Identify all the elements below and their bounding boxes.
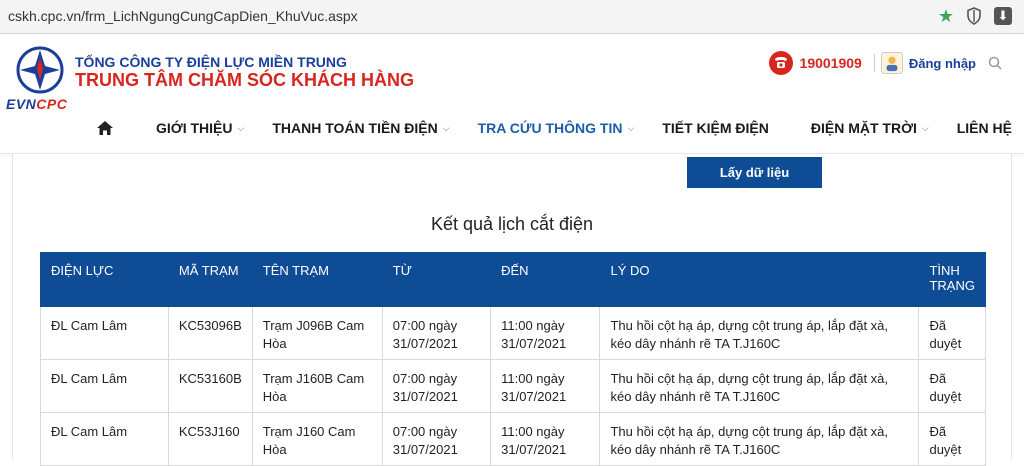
bookmark-star-icon[interactable]: ★ [938,6,954,26]
logo-wordmark: EVNCPC [6,96,67,112]
column-header: ĐIỆN LỰC [40,252,169,307]
outage-schedule-table: ĐIỆN LỰC MÃ TRẠM TÊN TRẠM TỪ ĐẾN LÝ DO T… [40,252,986,466]
table-cell: 11:00 ngày 31/07/2021 [490,412,601,466]
browser-url-bar: cskh.cpc.vn/frm_LichNgungCungCapDien_Khu… [0,0,1024,34]
table-header-row: ĐIỆN LỰC MÃ TRẠM TÊN TRẠM TỪ ĐẾN LÝ DO T… [40,252,986,307]
logo-cpc: CPC [36,96,68,112]
shield-icon[interactable] [966,7,982,25]
column-header: MÃ TRẠM [167,252,253,307]
table-cell: ĐL Cam Lâm [40,412,169,466]
table-cell: Trạm J160 Cam Hòa [251,412,383,466]
table-cell: Thu hồi cột hạ áp, dựng cột trung áp, lắ… [599,359,920,413]
table-cell: Trạm J096B Cam Hòa [251,306,383,360]
center-name: TRUNG TÂM CHĂM SÓC KHÁCH HÀNG [75,70,414,90]
nav-item-lien-he[interactable]: LIÊN HỆ [957,120,1012,136]
table-cell: 07:00 ngày 31/07/2021 [381,359,492,413]
home-icon[interactable] [96,120,114,136]
table-row: ĐL Cam Lâm KC53J160 Trạm J160 Cam Hòa 07… [40,412,986,466]
table-cell: KC53160B [167,359,253,413]
table-cell: 11:00 ngày 31/07/2021 [490,306,601,360]
column-header: TỪ [381,252,492,307]
search-icon[interactable] [988,56,1002,70]
download-icon[interactable]: ⬇ [994,7,1012,25]
chevron-down-icon: ⌵ [921,122,929,133]
table-row: ĐL Cam Lâm KC53096B Trạm J096B Cam Hòa 0… [40,306,986,360]
table-row: ĐL Cam Lâm KC53160B Trạm J160B Cam Hòa 0… [40,359,986,413]
table-cell: Thu hồi cột hạ áp, dựng cột trung áp, lắ… [599,306,920,360]
phone-icon [768,51,793,75]
nav-item-tra-cuu[interactable]: TRA CỨU THÔNG TIN ⌵ [478,120,635,136]
results-title: Kết quả lịch cắt điện [430,214,594,234]
table-cell: KC53J160 [167,412,253,466]
column-header: TÊN TRẠM [251,252,383,307]
table-cell: 07:00 ngày 31/07/2021 [381,306,492,360]
table-cell: Đã duyệt [918,359,986,413]
nav-item-thanh-toan[interactable]: THANH TOÁN TIỀN ĐIỆN ⌵ [272,120,449,136]
divider [873,54,875,72]
column-header: ĐẾN [490,252,601,307]
table-cell: Đã duyệt [918,412,986,466]
table-cell: Thu hồi cột hạ áp, dựng cột trung áp, lắ… [599,412,920,466]
hotline-number[interactable]: 19001909 [800,55,862,71]
chevron-down-icon: ⌵ [442,122,450,133]
nav-item-tiet-kiem[interactable]: TIẾT KIỆM ĐIỆN [662,120,769,136]
table-cell: ĐL Cam Lâm [40,306,169,360]
nav-label: THANH TOÁN TIỀN ĐIỆN [272,120,438,136]
nav-item-dien-mat-troi[interactable]: ĐIỆN MẶT TRỜI ⌵ [811,120,929,136]
chevron-down-icon: ⌵ [237,122,245,133]
user-avatar-icon[interactable] [880,52,903,74]
table-cell: Trạm J160B Cam Hòa [251,359,383,413]
nav-item-gioi-thieu[interactable]: GIỚI THIỆU ⌵ [156,120,244,136]
nav-label: GIỚI THIỆU [156,120,233,136]
logo-evn: EVN [6,96,37,112]
table-cell: 11:00 ngày 31/07/2021 [490,359,601,413]
table-cell: KC53096B [167,306,253,360]
nav-label: TIẾT KIỆM ĐIỆN [662,120,769,136]
url-text[interactable]: cskh.cpc.vn/frm_LichNgungCungCapDien_Khu… [8,8,358,24]
chevron-down-icon: ⌵ [627,122,635,133]
header-tools: 19001909 Đăng nhập [768,48,1002,78]
nav-label: ĐIỆN MẶT TRỜI [810,120,917,136]
nav-label: LIÊN HỆ [956,120,1012,136]
table-cell: Đã duyệt [918,306,986,360]
login-link[interactable]: Đăng nhập [909,56,976,71]
browser-toolbar-icons: ★ ⬇ [938,6,1012,26]
column-header: LÝ DO [599,252,920,307]
main-nav: GIỚI THIỆU ⌵ THANH TOÁN TIỀN ĐIỆN ⌵ TRA CỨ… [96,116,1012,140]
site-header: EVNCPC TỔNG CÔNG TY ĐIỆN LỰC MIỀN TRUNG … [0,34,1024,154]
get-data-button[interactable]: Lấy dữ liệu [687,157,822,188]
table-cell: ĐL Cam Lâm [40,359,169,413]
column-header: TÌNH TRẠNG [918,252,986,307]
org-name: TỔNG CÔNG TY ĐIỆN LỰC MIỀN TRUNG [75,54,347,70]
table-cell: 07:00 ngày 31/07/2021 [381,412,492,466]
nav-label: TRA CỨU THÔNG TIN [477,120,623,136]
